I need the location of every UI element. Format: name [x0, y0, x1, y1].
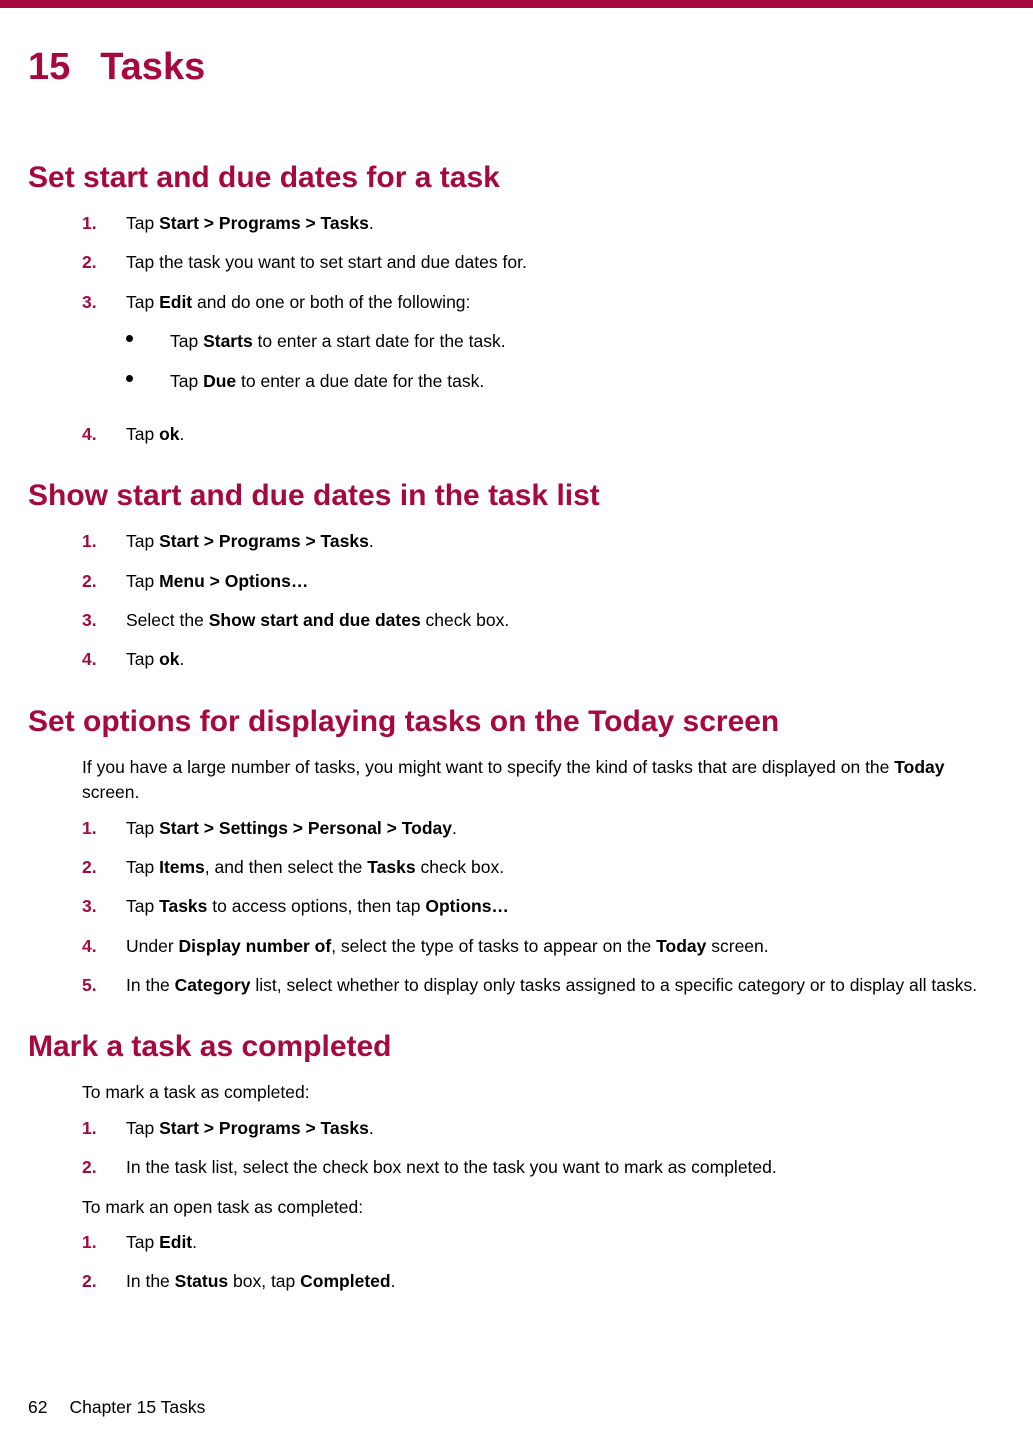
list-marker: 2. [82, 855, 126, 880]
section-body: 1.Tap Start > Programs > Tasks. 2.Tap th… [28, 211, 1005, 447]
section-heading: Set start and due dates for a task [28, 161, 1005, 195]
list-marker: 2. [82, 250, 126, 275]
list-item: 2.Tap the task you want to set start and… [82, 250, 1005, 275]
list-marker: 4. [82, 934, 126, 959]
list-text: In the Status box, tap Completed. [126, 1269, 1005, 1294]
section-heading: Show start and due dates in the task lis… [28, 479, 1005, 513]
list-item: 2.Tap Items, and then select the Tasks c… [82, 855, 1005, 880]
list-item: 3.Tap Tasks to access options, then tap … [82, 894, 1005, 919]
list-marker: 1. [82, 1116, 126, 1141]
numbered-list: 1.Tap Start > Settings > Personal > Toda… [82, 816, 1005, 999]
page-footer: 62 Chapter 15 Tasks [28, 1397, 205, 1418]
list-text: In the Category list, select whether to … [126, 973, 1005, 998]
list-marker: 5. [82, 973, 126, 998]
list-text: Tap Menu > Options… [126, 569, 1005, 594]
list-marker: 2. [82, 1155, 126, 1180]
page-content: 15 Tasks Set start and due dates for a ta… [0, 8, 1033, 1295]
list-text: Tap Start > Programs > Tasks. [126, 1116, 1005, 1141]
list-marker: 3. [82, 894, 126, 919]
intro-paragraph: To mark a task as completed: [82, 1080, 1005, 1105]
list-item: 2.In the task list, select the check box… [82, 1155, 1005, 1180]
list-text: Tap Edit and do one or both of the follo… [126, 290, 1005, 408]
bullet-item: Tap Due to enter a due date for the task… [126, 369, 1005, 394]
chapter-number: 15 [28, 46, 70, 88]
bullet-text: Tap Starts to enter a start date for the… [170, 329, 506, 354]
section-heading: Set options for displaying tasks on the … [28, 705, 1005, 739]
section-heading: Mark a task as completed [28, 1030, 1005, 1064]
numbered-list: 1.Tap Start > Programs > Tasks. 2.Tap Me… [82, 529, 1005, 673]
list-text: Tap Tasks to access options, then tap Op… [126, 894, 1005, 919]
top-accent-bar [0, 0, 1033, 8]
list-item: 3.Tap Edit and do one or both of the fol… [82, 290, 1005, 408]
bullet-icon [126, 329, 170, 354]
list-item: 1.Tap Edit. [82, 1230, 1005, 1255]
list-marker: 2. [82, 1269, 126, 1294]
chapter-title: 15 Tasks [28, 46, 1005, 89]
list-item: 5.In the Category list, select whether t… [82, 973, 1005, 998]
list-marker: 1. [82, 816, 126, 841]
page-number: 62 [28, 1397, 47, 1417]
list-text: Tap ok. [126, 647, 1005, 672]
list-text: Tap Start > Programs > Tasks. [126, 211, 1005, 236]
section-body: To mark a task as completed: 1.Tap Start… [28, 1080, 1005, 1294]
list-item: 3.Select the Show start and due dates ch… [82, 608, 1005, 633]
list-item: 1.Tap Start > Programs > Tasks. [82, 211, 1005, 236]
list-marker: 2. [82, 569, 126, 594]
bullet-list: Tap Starts to enter a start date for the… [126, 329, 1005, 394]
chapter-name: Tasks [100, 46, 205, 88]
numbered-list: 1.Tap Start > Programs > Tasks. 2.Tap th… [82, 211, 1005, 447]
list-text: Tap Start > Programs > Tasks. [126, 529, 1005, 554]
list-text: Tap Start > Settings > Personal > Today. [126, 816, 1005, 841]
list-text: Tap ok. [126, 422, 1005, 447]
list-text: Select the Show start and due dates chec… [126, 608, 1005, 633]
list-marker: 4. [82, 647, 126, 672]
list-item: 4.Tap ok. [82, 422, 1005, 447]
footer-label: Chapter 15 Tasks [69, 1397, 205, 1417]
list-item: 4.Tap ok. [82, 647, 1005, 672]
list-marker: 1. [82, 529, 126, 554]
bullet-icon [126, 369, 170, 394]
list-text: Under Display number of, select the type… [126, 934, 1005, 959]
section-body: If you have a large number of tasks, you… [28, 755, 1005, 999]
list-text: Tap Items, and then select the Tasks che… [126, 855, 1005, 880]
list-text: Tap the task you want to set start and d… [126, 250, 1005, 275]
list-marker: 4. [82, 422, 126, 447]
bullet-text: Tap Due to enter a due date for the task… [170, 369, 484, 394]
numbered-list: 1.Tap Edit. 2.In the Status box, tap Com… [82, 1230, 1005, 1295]
list-item: 4.Under Display number of, select the ty… [82, 934, 1005, 959]
intro-paragraph: To mark an open task as completed: [82, 1195, 1005, 1220]
bullet-item: Tap Starts to enter a start date for the… [126, 329, 1005, 354]
numbered-list: 1.Tap Start > Programs > Tasks. 2.In the… [82, 1116, 1005, 1181]
list-item: 1.Tap Start > Programs > Tasks. [82, 529, 1005, 554]
list-marker: 1. [82, 1230, 126, 1255]
list-item: 2.In the Status box, tap Completed. [82, 1269, 1005, 1294]
list-text: In the task list, select the check box n… [126, 1155, 1005, 1180]
list-item: 1.Tap Start > Settings > Personal > Toda… [82, 816, 1005, 841]
intro-paragraph: If you have a large number of tasks, you… [82, 755, 1005, 806]
list-marker: 1. [82, 211, 126, 236]
list-marker: 3. [82, 608, 126, 633]
list-text: Tap Edit. [126, 1230, 1005, 1255]
list-item: 2.Tap Menu > Options… [82, 569, 1005, 594]
list-marker: 3. [82, 290, 126, 408]
list-item: 1.Tap Start > Programs > Tasks. [82, 1116, 1005, 1141]
section-body: 1.Tap Start > Programs > Tasks. 2.Tap Me… [28, 529, 1005, 673]
